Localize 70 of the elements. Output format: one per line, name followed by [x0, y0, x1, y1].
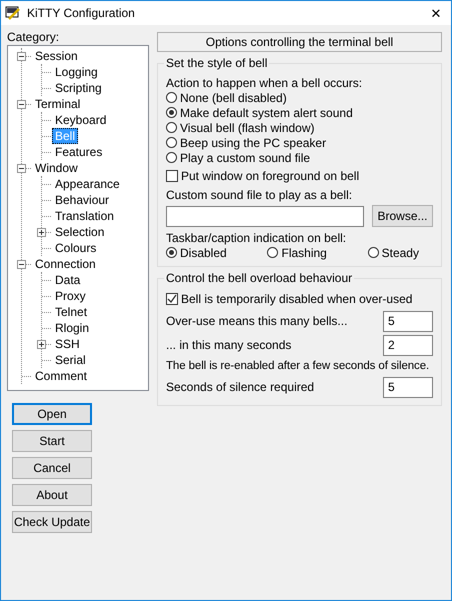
radio-button[interactable] [368, 247, 379, 258]
radio-button[interactable] [166, 107, 177, 118]
collapse-icon[interactable] [17, 164, 26, 172]
tree-item[interactable]: Comment [32, 368, 90, 384]
dialog-button[interactable]: Start [12, 430, 92, 452]
checkbox[interactable] [166, 292, 178, 304]
tree-item[interactable]: Terminal [32, 96, 84, 112]
browse-button[interactable]: Browse... [372, 205, 433, 227]
field-label: Seconds of silence required [166, 380, 314, 394]
radio-button[interactable] [267, 247, 278, 258]
radio-label: Steady [382, 246, 419, 260]
section-label: Taskbar/caption indication on bell: [166, 231, 348, 245]
window-title: KiTTY Configuration [27, 6, 136, 20]
tree-item[interactable]: Rlogin [52, 320, 92, 336]
radio-label: Visual bell (flash window) [180, 120, 315, 134]
group-title: Control the bell overload behaviour [164, 271, 354, 285]
radio-label: Disabled [180, 246, 227, 260]
radio-button[interactable] [166, 152, 177, 163]
expand-icon[interactable] [37, 340, 46, 348]
field-label: ... in this many seconds [166, 338, 292, 352]
dialog-button[interactable]: About [12, 484, 92, 506]
app-icon [5, 5, 21, 21]
collapse-icon[interactable] [17, 100, 26, 108]
tree-item[interactable]: Translation [52, 208, 117, 224]
tree-item[interactable]: Appearance [52, 176, 123, 192]
checkbox[interactable] [166, 170, 178, 182]
dialog-button[interactable]: Check Update [12, 511, 92, 533]
radio-label: None (bell disabled) [180, 90, 287, 104]
tree-item[interactable]: Connection [32, 256, 99, 272]
bells-field[interactable]: 5 [383, 310, 433, 332]
category-label: Category: [7, 31, 60, 43]
tree-item[interactable]: Logging [52, 64, 101, 80]
radio-button[interactable] [166, 137, 177, 148]
tree-item[interactable]: SSH [52, 336, 83, 352]
close-button[interactable]: ✕ [421, 6, 451, 20]
group-title: Set the style of bell [164, 56, 270, 70]
tree-item[interactable]: Telnet [52, 304, 90, 320]
radio-button[interactable] [166, 122, 177, 133]
dialog-button[interactable]: Cancel [12, 457, 92, 479]
silence-field[interactable]: 5 [383, 376, 433, 398]
radio-label: Beep using the PC speaker [180, 136, 326, 150]
radio-button[interactable] [166, 92, 177, 103]
tree-item[interactable]: Session [32, 48, 81, 64]
seconds-field[interactable]: 2 [383, 334, 433, 356]
tree-item[interactable]: Proxy [52, 288, 89, 304]
field-label: Custom sound file to play as a bell: [166, 188, 354, 202]
radio-label: Flashing [281, 246, 327, 260]
expand-icon[interactable] [37, 228, 46, 236]
collapse-icon[interactable] [17, 52, 26, 60]
tree-item[interactable]: Keyboard [52, 112, 110, 128]
field-label: Over-use means this many bells... [166, 314, 348, 328]
tree-item[interactable]: Behaviour [52, 192, 112, 208]
section-label: Action to happen when a bell occurs: [166, 76, 364, 90]
collapse-icon[interactable] [17, 260, 26, 268]
tree-item[interactable]: Data [52, 272, 84, 288]
radio-button[interactable] [166, 247, 177, 258]
checkbox-label: Bell is temporarily disabled when over-used [181, 292, 412, 306]
tree-item[interactable]: Serial [52, 352, 89, 368]
tree-item[interactable]: Colours [52, 240, 100, 256]
checkbox-label: Put window on foreground on bell [181, 168, 360, 182]
tree-item[interactable]: Window [32, 160, 81, 176]
tree-item[interactable]: Selection [52, 224, 108, 240]
tree-item[interactable]: Features [52, 144, 106, 160]
tree-item[interactable]: Scripting [52, 80, 105, 96]
radio-label: Play a custom sound file [180, 150, 310, 164]
dialog-button[interactable]: Open [12, 403, 92, 425]
note-text: The bell is re-enabled after a few seconds of silence. [166, 360, 430, 372]
sound-file-field[interactable] [166, 206, 364, 226]
panel-header: Options controlling the terminal bell [157, 32, 442, 52]
radio-label: Make default system alert sound [180, 106, 353, 120]
